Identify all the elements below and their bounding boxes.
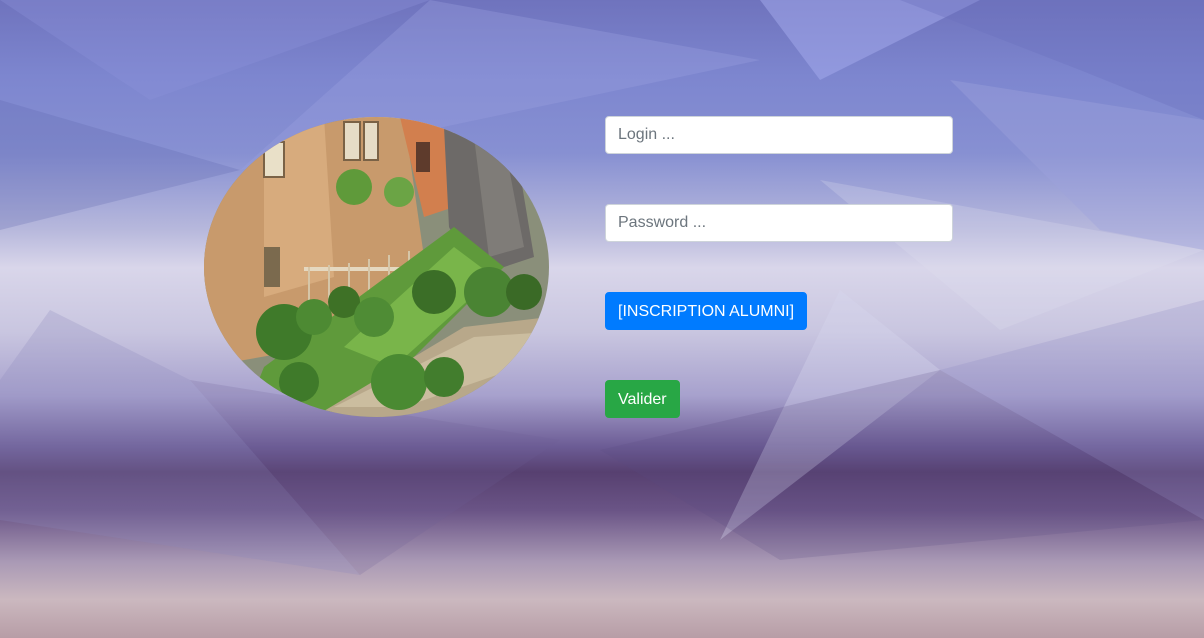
valider-button[interactable]: Valider bbox=[605, 380, 680, 418]
inscription-row: [INSCRIPTION ALUMNI] bbox=[605, 292, 953, 330]
valider-row: Valider bbox=[605, 380, 953, 418]
inscription-alumni-button[interactable]: [INSCRIPTION ALUMNI] bbox=[605, 292, 808, 330]
low-poly-background bbox=[0, 0, 1204, 575]
login-input[interactable] bbox=[605, 116, 953, 154]
campus-photo bbox=[204, 117, 549, 417]
login-form: [INSCRIPTION ALUMNI] Valider bbox=[605, 116, 953, 418]
login-page: [INSCRIPTION ALUMNI] Valider bbox=[0, 0, 1204, 638]
campus-photo-image bbox=[204, 117, 549, 417]
password-input[interactable] bbox=[605, 204, 953, 242]
